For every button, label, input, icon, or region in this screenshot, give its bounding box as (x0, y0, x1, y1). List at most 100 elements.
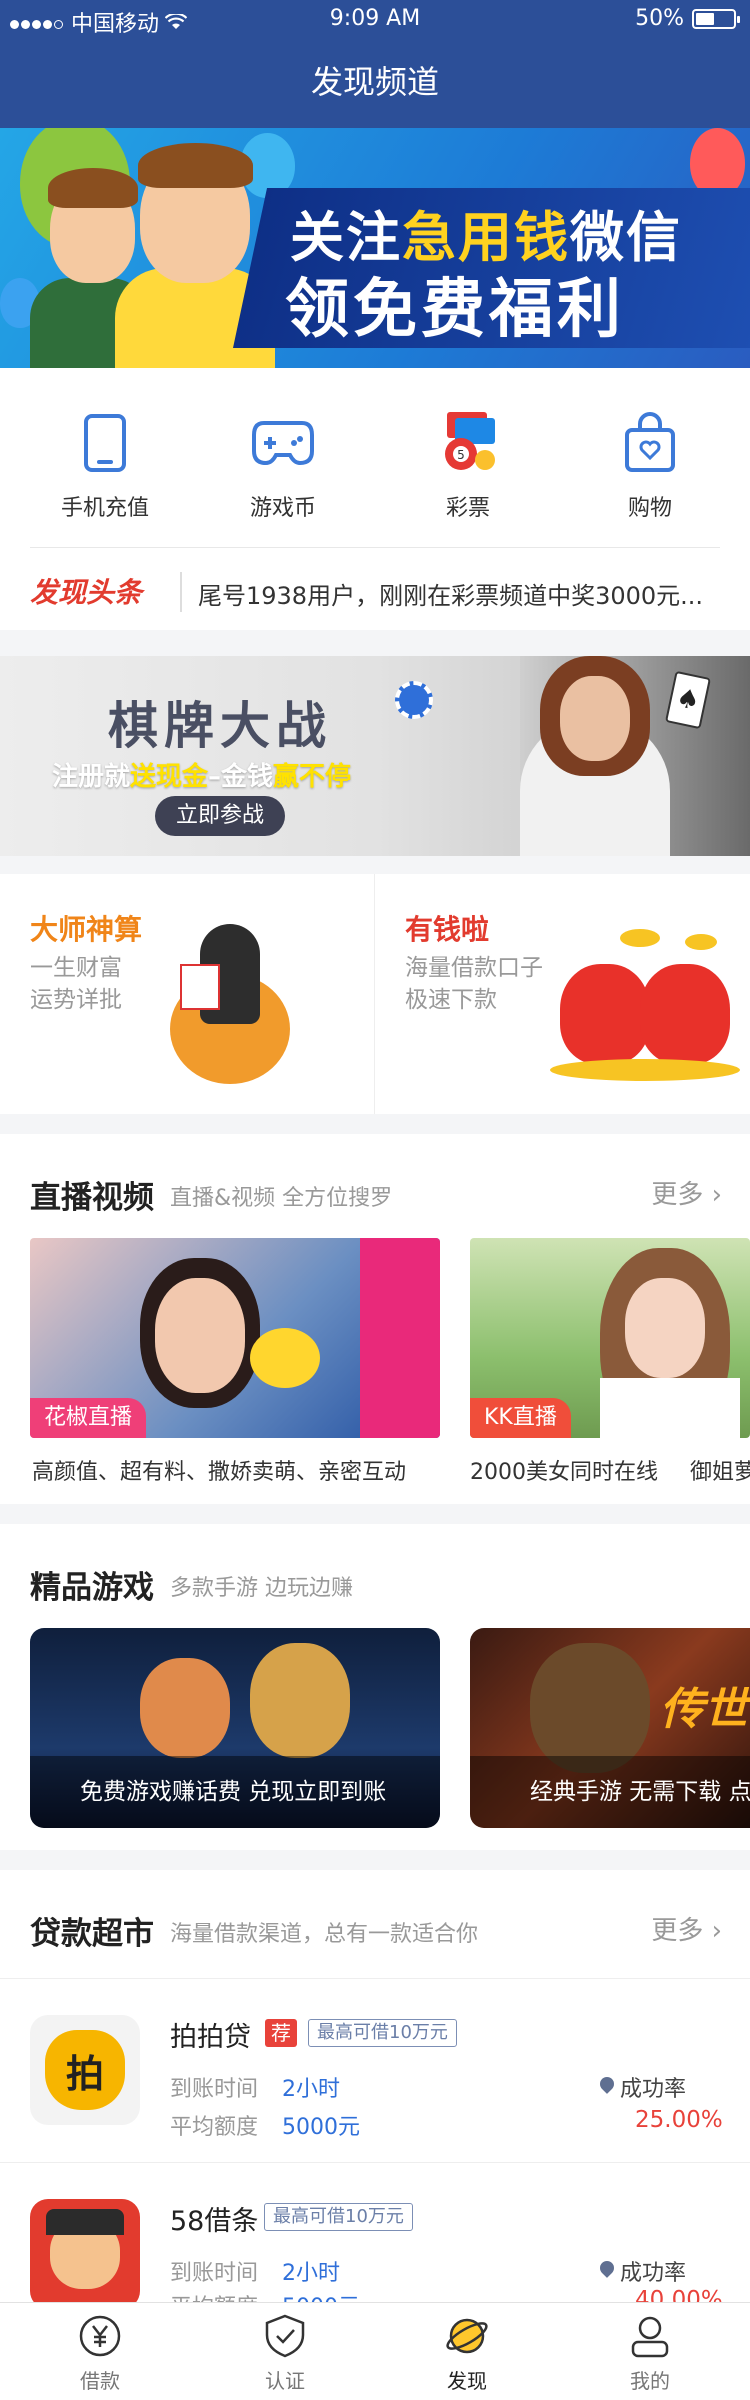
nav-bar: 发现频道 (0, 40, 750, 128)
platform-badge: KK直播 (470, 1398, 571, 1438)
section-subtitle: 海量借款渠道，总有一款适合你 (170, 1922, 479, 1947)
tab-label: 借款 (80, 2369, 120, 2393)
divider (180, 572, 182, 612)
user-icon (627, 2313, 673, 2359)
money-bag-right (640, 964, 730, 1064)
money-bag-left (560, 964, 650, 1064)
tab-bar: 借款 认证 发现 我的 (0, 2302, 750, 2400)
cartoon-character (250, 1643, 350, 1758)
game-card-2[interactable]: 传世 经典手游 无需下载 点 (470, 1628, 750, 1828)
category-label: 手机充值 (60, 496, 149, 521)
arrival-time-value: 2小时 (282, 2077, 340, 2102)
streamer-face (625, 1278, 705, 1378)
tab-discover[interactable]: 发现 (407, 2313, 527, 2394)
planet-icon (444, 2313, 490, 2359)
section-title: 精品游戏 (30, 1570, 154, 1606)
tab-verify[interactable]: 认证 (225, 2313, 345, 2394)
hero-banner[interactable]: 关注急用钱微信 领免费福利 (0, 128, 750, 368)
success-rate-label: 成功率 (620, 2077, 687, 2102)
page-title: 发现频道 (310, 63, 439, 101)
calendar-icon (180, 964, 220, 1010)
yen-icon (77, 2313, 123, 2359)
shopping-bag-icon (615, 408, 685, 478)
live-caption: 2000美女同时在线 (470, 1460, 658, 1485)
chevron-right-icon: › (711, 1916, 722, 1946)
banner-subtitle: 注册就送现金–金钱赢不停 (52, 762, 352, 792)
category-game-coins[interactable]: 游戏币 (213, 408, 353, 522)
success-rate-label: 成功率 (620, 2261, 687, 2286)
success-rate-value: 25.00% (635, 2107, 723, 2133)
category-shopping[interactable]: 购物 (580, 408, 720, 522)
man-right-hair (138, 143, 253, 188)
loan-name: 58借条 (170, 2206, 259, 2237)
max-amount-tag: 最高可借10万元 (264, 2203, 413, 2231)
section-title: 直播视频 (30, 1180, 154, 1216)
loan-name: 拍拍贷 (170, 2022, 251, 2053)
cartoon-character (140, 1658, 230, 1758)
category-label: 彩票 (445, 496, 490, 521)
section-subtitle: 多款手游 边玩边赚 (170, 1576, 353, 1601)
loan-item-58jietiao[interactable]: 58借条 最高可借10万元 到账时间 2小时 平均额度 5000元 成功率 40… (0, 2163, 750, 2302)
live-thumb-huajiao[interactable]: 花椒直播 (30, 1238, 440, 1438)
gold-coin (685, 934, 717, 950)
game-caption: 免费游戏赚话费 兑现立即到账 (30, 1756, 440, 1828)
section-subtitle: 直播&视频 全方位搜罗 (170, 1186, 393, 1211)
game-card-1[interactable]: 免费游戏赚话费 兑现立即到账 (30, 1628, 440, 1828)
live-caption: 御姐萝 (690, 1460, 750, 1485)
category-label: 游戏币 (249, 496, 316, 521)
man-left-hair (48, 168, 138, 208)
more-link[interactable]: 更多 › (651, 1174, 722, 1211)
card-title: 有钱啦 (405, 913, 490, 946)
chevron-right-icon: › (711, 1180, 722, 1210)
mascot-icon (250, 1328, 320, 1388)
headline-ticker[interactable]: 尾号1938用户，刚刚在彩票频道中奖3000元... (198, 576, 703, 611)
uniform (600, 1378, 740, 1438)
games-section: 精品游戏 多款手游 边玩边赚 免费游戏赚话费 兑现立即到账 传世 经典手游 无需… (0, 1524, 750, 1850)
join-battle-button[interactable]: 立即参战 (155, 796, 285, 836)
chess-banner[interactable]: ♠ 棋牌大战 注册就送现金–金钱赢不停 立即参战 (0, 656, 750, 856)
tab-label: 发现 (447, 2369, 487, 2393)
arrival-time-value: 2小时 (282, 2261, 340, 2286)
feature-cards: 大师神算 一生财富 运势详批 有钱啦 海量借款口子 极速下款 (0, 874, 750, 1114)
streamer-face (155, 1278, 245, 1393)
live-thumb-kk[interactable]: KK直播 (470, 1238, 750, 1438)
category-label: 购物 (627, 496, 672, 521)
headline-tag: 发现头条 (30, 576, 143, 609)
live-caption: 高颜值、超有料、撒娇卖萌、亲密互动 (32, 1460, 407, 1485)
more-link[interactable]: 更多 › (651, 1910, 722, 1947)
average-amount-label: 平均额度 (170, 2115, 259, 2140)
phone-icon (70, 408, 140, 478)
divider (30, 547, 720, 548)
location-pin-icon (597, 2074, 617, 2094)
tab-mine[interactable]: 我的 (590, 2313, 710, 2394)
loan-market-section: 贷款超市 海量借款渠道，总有一款适合你 更多 › 拍 拍拍贷 荐 最高可借10万… (0, 1870, 750, 2302)
gamepad-icon (248, 408, 318, 478)
category-lottery[interactable]: 5 彩票 (398, 408, 538, 522)
woman-face (560, 676, 630, 761)
pink-stripe (360, 1238, 440, 1438)
arrival-time-label: 到账时间 (170, 2077, 259, 2102)
tab-loan[interactable]: 借款 (40, 2313, 160, 2394)
category-phone-recharge[interactable]: 手机充值 (35, 408, 175, 522)
paipaidai-logo: 拍 (30, 2015, 140, 2125)
banner-subheadline: 领免费福利 (285, 273, 625, 347)
status-bar: 中国移动 9:09 AM 50% (0, 0, 750, 40)
gold-coins (550, 1059, 740, 1081)
card-title: 大师神算 (30, 913, 143, 946)
card-desc: 一生财富 运势详批 (30, 955, 122, 1013)
live-video-section: 直播视频 直播&视频 全方位搜罗 更多 › 花椒直播 高颜值、超有料、撒娇卖萌、… (0, 1134, 750, 1504)
fortune-card[interactable]: 大师神算 一生财富 运势详批 (0, 874, 374, 1114)
location-pin-icon (597, 2258, 617, 2278)
58jietiao-logo (30, 2199, 140, 2302)
loan-item-paipaidai[interactable]: 拍 拍拍贷 荐 最高可借10万元 到账时间 2小时 平均额度 5000元 成功率… (0, 1979, 750, 2162)
battery-icon (692, 8, 740, 29)
average-amount-label: 平均额度 (170, 2289, 258, 2302)
warrior-figure (530, 1643, 650, 1773)
platform-badge: 花椒直播 (30, 1398, 147, 1438)
recommend-badge: 荐 (265, 2019, 297, 2047)
arrival-time-label: 到账时间 (170, 2261, 259, 2286)
game-caption: 经典手游 无需下载 点 (470, 1756, 750, 1828)
money-card[interactable]: 有钱啦 海量借款口子 极速下款 (375, 874, 750, 1114)
mascot-face (46, 2209, 124, 2289)
tab-label: 我的 (630, 2369, 670, 2393)
